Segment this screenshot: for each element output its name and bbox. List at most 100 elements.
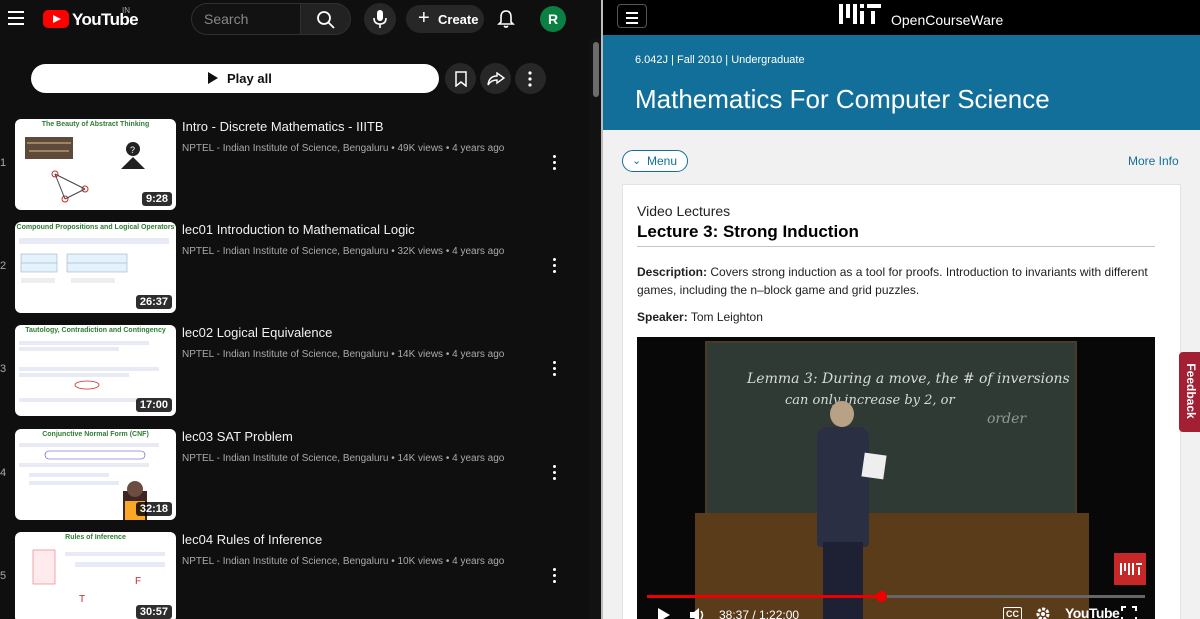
scrollbar-thumb[interactable] <box>593 42 599 97</box>
video-menu-icon[interactable] <box>551 258 557 274</box>
course-banner: 6.042J | Fall 2010 | Undergraduate Mathe… <box>603 35 1200 130</box>
hamburger-menu-icon[interactable] <box>8 11 24 25</box>
video-title[interactable]: lec01 Introduction to Mathematical Logic <box>182 222 415 237</box>
course-menu-label: Menu <box>647 154 678 168</box>
voice-search-button[interactable] <box>364 3 396 35</box>
video-menu-icon[interactable] <box>551 361 557 377</box>
video-index: 1 <box>0 157 7 169</box>
svg-text:T: T <box>79 594 85 605</box>
video-meta: NPTEL - Indian Institute of Science, Ben… <box>182 349 505 360</box>
microphone-icon <box>373 10 387 28</box>
video-menu-icon[interactable] <box>551 568 557 584</box>
video-player[interactable]: Lemma 3: During a move, the # of inversi… <box>637 337 1155 619</box>
video-thumbnail[interactable]: Conjunctive Normal Form (CNF) 32:18 <box>15 429 176 520</box>
video-index: 3 <box>0 363 7 375</box>
share-icon <box>487 72 505 86</box>
course-title[interactable]: Mathematics For Computer Science <box>635 84 1050 115</box>
lecture-speaker: Speaker: Tom Leighton <box>637 310 763 324</box>
ocw-brand[interactable]: OpenCourseWare <box>891 12 1003 28</box>
video-meta: NPTEL - Indian Institute of Science, Ben… <box>182 453 505 464</box>
more-vert-icon <box>528 71 532 87</box>
settings-gear-icon[interactable] <box>1035 606 1051 619</box>
list-item[interactable]: 2 Compound Propositions and Logical Oper… <box>0 222 590 314</box>
captions-button[interactable]: CC <box>1003 607 1022 619</box>
fullscreen-icon[interactable] <box>1121 606 1137 619</box>
video-meta: NPTEL - Indian Institute of Science, Ben… <box>182 143 505 154</box>
video-title[interactable]: lec04 Rules of Inference <box>182 532 322 547</box>
svg-text:F: F <box>135 576 141 587</box>
course-menu-button[interactable]: ⌄ Menu <box>622 150 688 172</box>
lecture-notes <box>861 452 887 480</box>
video-index: 4 <box>0 467 7 479</box>
lecturer-legs <box>823 542 863 619</box>
lecturer-head <box>830 401 854 427</box>
video-duration: 30:57 <box>135 605 172 619</box>
play-all-label: Play all <box>227 71 272 86</box>
video-thumbnail[interactable]: Compound Propositions and Logical Operat… <box>15 222 176 313</box>
create-label: Create <box>438 12 479 27</box>
youtube-watermark[interactable]: YouTube <box>1065 605 1120 619</box>
video-duration: 9:28 <box>141 192 172 206</box>
chevron-down-icon: ⌄ <box>632 155 642 167</box>
video-title[interactable]: lec02 Logical Equivalence <box>182 325 332 340</box>
speaker-label: Speaker: <box>637 310 688 324</box>
avatar[interactable]: R <box>540 6 566 32</box>
mit-logo-icon[interactable] <box>839 4 883 24</box>
save-playlist-button[interactable] <box>445 63 476 94</box>
youtube-topbar: YouTube IN Search Create + R <box>0 0 601 38</box>
notifications-bell-icon[interactable] <box>497 9 515 29</box>
youtube-pane: YouTube IN Search Create + R Play all 1 … <box>0 0 601 619</box>
divider <box>637 246 1155 247</box>
list-item[interactable]: 3 Tautology, Contradiction and Contingen… <box>0 325 590 417</box>
video-meta: NPTEL - Indian Institute of Science, Ben… <box>182 556 505 567</box>
list-item[interactable]: 4 Conjunctive Normal Form (CNF) 32:18 le… <box>0 429 590 521</box>
description-label: Description: <box>637 265 708 279</box>
progress-scrubber[interactable] <box>876 591 888 602</box>
lecture-description: Description: Covers strong induction as … <box>637 263 1162 299</box>
video-index: 2 <box>0 260 7 272</box>
chalk-word: order <box>987 411 1027 427</box>
course-meta: 6.042J | Fall 2010 | Undergraduate <box>635 54 805 66</box>
video-meta: NPTEL - Indian Institute of Science, Ben… <box>182 246 505 257</box>
speaker-name: Tom Leighton <box>690 310 763 324</box>
play-all-button[interactable]: Play all <box>31 64 439 93</box>
ocw-menu-icon[interactable] <box>617 4 647 28</box>
youtube-logo-icon[interactable] <box>43 10 69 28</box>
more-info-link[interactable]: More Info <box>1128 154 1179 168</box>
list-item[interactable]: 5 Rules of Inference F T 30:57 lec04 Rul… <box>0 532 590 619</box>
region-code: IN <box>122 6 130 15</box>
video-title[interactable]: Intro - Discrete Mathematics - IIITB <box>182 119 384 134</box>
video-time: 38:37 / 1:22:00 <box>719 608 800 619</box>
video-menu-icon[interactable] <box>551 155 557 171</box>
feedback-label: Feedback <box>1184 363 1198 419</box>
search-icon <box>317 11 335 29</box>
more-actions-button[interactable] <box>515 63 546 94</box>
video-thumbnail[interactable]: Rules of Inference F T 30:57 <box>15 532 176 619</box>
wood-panel <box>695 513 1089 619</box>
search-button[interactable] <box>300 3 351 35</box>
video-thumbnail[interactable]: The Beauty of Abstract Thinking ? 9:28 <box>15 119 176 210</box>
video-duration: 32:18 <box>135 502 172 516</box>
share-button[interactable] <box>480 63 511 94</box>
ocw-header: OpenCourseWare <box>603 0 1200 35</box>
plus-icon: + <box>418 7 430 29</box>
chalk-line-2: can only increase by 2, or <box>785 393 955 408</box>
video-thumbnail[interactable]: Tautology, Contradiction and Contingency… <box>15 325 176 416</box>
ocw-pane: OpenCourseWare 6.042J | Fall 2010 | Unde… <box>603 0 1200 619</box>
playlist-scrollbar[interactable] <box>590 38 601 619</box>
lecturer-body <box>817 427 869 547</box>
list-item[interactable]: 1 The Beauty of Abstract Thinking ? 9:28… <box>0 119 590 211</box>
video-duration: 26:37 <box>135 295 172 309</box>
mit-watermark-icon[interactable] <box>1114 553 1146 585</box>
video-duration: 17:00 <box>135 398 172 412</box>
play-icon[interactable] <box>657 607 671 619</box>
lecture-card: Video Lectures Lecture 3: Strong Inducti… <box>622 184 1181 619</box>
play-icon <box>208 72 218 84</box>
search-input[interactable]: Search <box>191 3 301 35</box>
video-menu-icon[interactable] <box>551 465 557 481</box>
chalk-line-1: Lemma 3: During a move, the # of inversi… <box>747 371 1070 387</box>
video-title[interactable]: lec03 SAT Problem <box>182 429 293 444</box>
volume-icon[interactable] <box>689 607 707 619</box>
feedback-tab[interactable]: Feedback <box>1179 352 1200 432</box>
progress-fill <box>647 595 882 598</box>
